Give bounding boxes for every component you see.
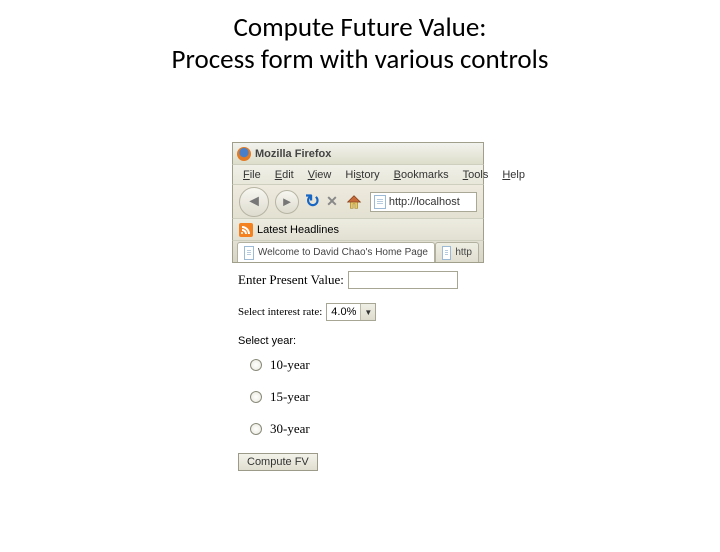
radio-icon bbox=[250, 359, 262, 371]
present-value-label: Enter Present Value: bbox=[238, 272, 344, 288]
interest-rate-label: Select interest rate: bbox=[238, 306, 322, 318]
browser-window: Mozilla Firefox File Edit View History B… bbox=[232, 142, 484, 479]
page-icon bbox=[374, 195, 386, 209]
slide-title: Compute Future Value: Process form with … bbox=[0, 12, 720, 77]
tab-label: Welcome to David Chao's Home Page bbox=[258, 247, 428, 258]
tab-inactive[interactable]: http bbox=[435, 242, 479, 262]
tab-label: http bbox=[455, 247, 472, 258]
home-icon bbox=[345, 193, 363, 211]
page-content: Enter Present Value: Select interest rat… bbox=[232, 263, 484, 479]
window-title: Mozilla Firefox bbox=[255, 148, 331, 160]
reload-icon: ↻ bbox=[305, 191, 320, 211]
row-present-value: Enter Present Value: bbox=[238, 271, 478, 289]
menubar: File Edit View History Bookmarks Tools H… bbox=[232, 164, 484, 184]
stop-button[interactable]: ✕ bbox=[326, 193, 338, 210]
select-year-label: Select year: bbox=[238, 335, 478, 347]
bookmarks-toolbar: Latest Headlines bbox=[232, 218, 484, 240]
row-interest-rate: Select interest rate: 4.0% ▼ bbox=[238, 303, 478, 321]
chevron-down-icon: ▼ bbox=[360, 304, 375, 320]
url-text: http://localhost bbox=[389, 196, 460, 208]
interest-rate-select[interactable]: 4.0% ▼ bbox=[326, 303, 376, 321]
radio-label: 10-year bbox=[270, 357, 310, 373]
compute-fv-button[interactable]: Compute FV bbox=[238, 453, 318, 471]
reload-button[interactable]: ↻ bbox=[305, 191, 320, 212]
page-icon bbox=[244, 246, 254, 260]
menu-bookmarks[interactable]: Bookmarks bbox=[388, 168, 455, 182]
radio-label: 30-year bbox=[270, 421, 310, 437]
rss-icon bbox=[239, 223, 253, 237]
menu-file[interactable]: File bbox=[237, 168, 267, 182]
radio-15-year[interactable]: 15-year bbox=[250, 389, 478, 405]
radio-10-year[interactable]: 10-year bbox=[250, 357, 478, 373]
menu-tools[interactable]: Tools bbox=[457, 168, 495, 182]
menu-view[interactable]: View bbox=[302, 168, 338, 182]
radio-30-year[interactable]: 30-year bbox=[250, 421, 478, 437]
page-icon bbox=[442, 246, 451, 260]
radio-label: 15-year bbox=[270, 389, 310, 405]
forward-button[interactable]: ► bbox=[275, 190, 299, 214]
interest-rate-value: 4.0% bbox=[327, 306, 360, 318]
bookmark-latest-headlines[interactable]: Latest Headlines bbox=[257, 224, 339, 236]
arrow-right-icon: ► bbox=[281, 194, 294, 209]
url-bar[interactable]: http://localhost bbox=[370, 192, 477, 212]
slide-title-line2: Process form with various controls bbox=[172, 43, 549, 76]
menu-help[interactable]: Help bbox=[496, 168, 531, 182]
nav-toolbar: ◄ ► ↻ ✕ http://localhost bbox=[232, 184, 484, 218]
stop-icon: ✕ bbox=[326, 193, 338, 209]
firefox-icon bbox=[237, 147, 251, 161]
menu-edit[interactable]: Edit bbox=[269, 168, 300, 182]
radio-icon bbox=[250, 423, 262, 435]
present-value-input[interactable] bbox=[348, 271, 458, 289]
arrow-left-icon: ◄ bbox=[246, 193, 262, 211]
titlebar: Mozilla Firefox bbox=[232, 142, 484, 164]
home-button[interactable] bbox=[344, 192, 364, 212]
radio-icon bbox=[250, 391, 262, 403]
menu-history[interactable]: History bbox=[339, 168, 385, 182]
tab-bar: Welcome to David Chao's Home Page http bbox=[232, 240, 484, 263]
slide-title-line1: Compute Future Value: bbox=[233, 11, 486, 44]
back-button[interactable]: ◄ bbox=[239, 187, 269, 217]
tab-active[interactable]: Welcome to David Chao's Home Page bbox=[237, 242, 435, 262]
